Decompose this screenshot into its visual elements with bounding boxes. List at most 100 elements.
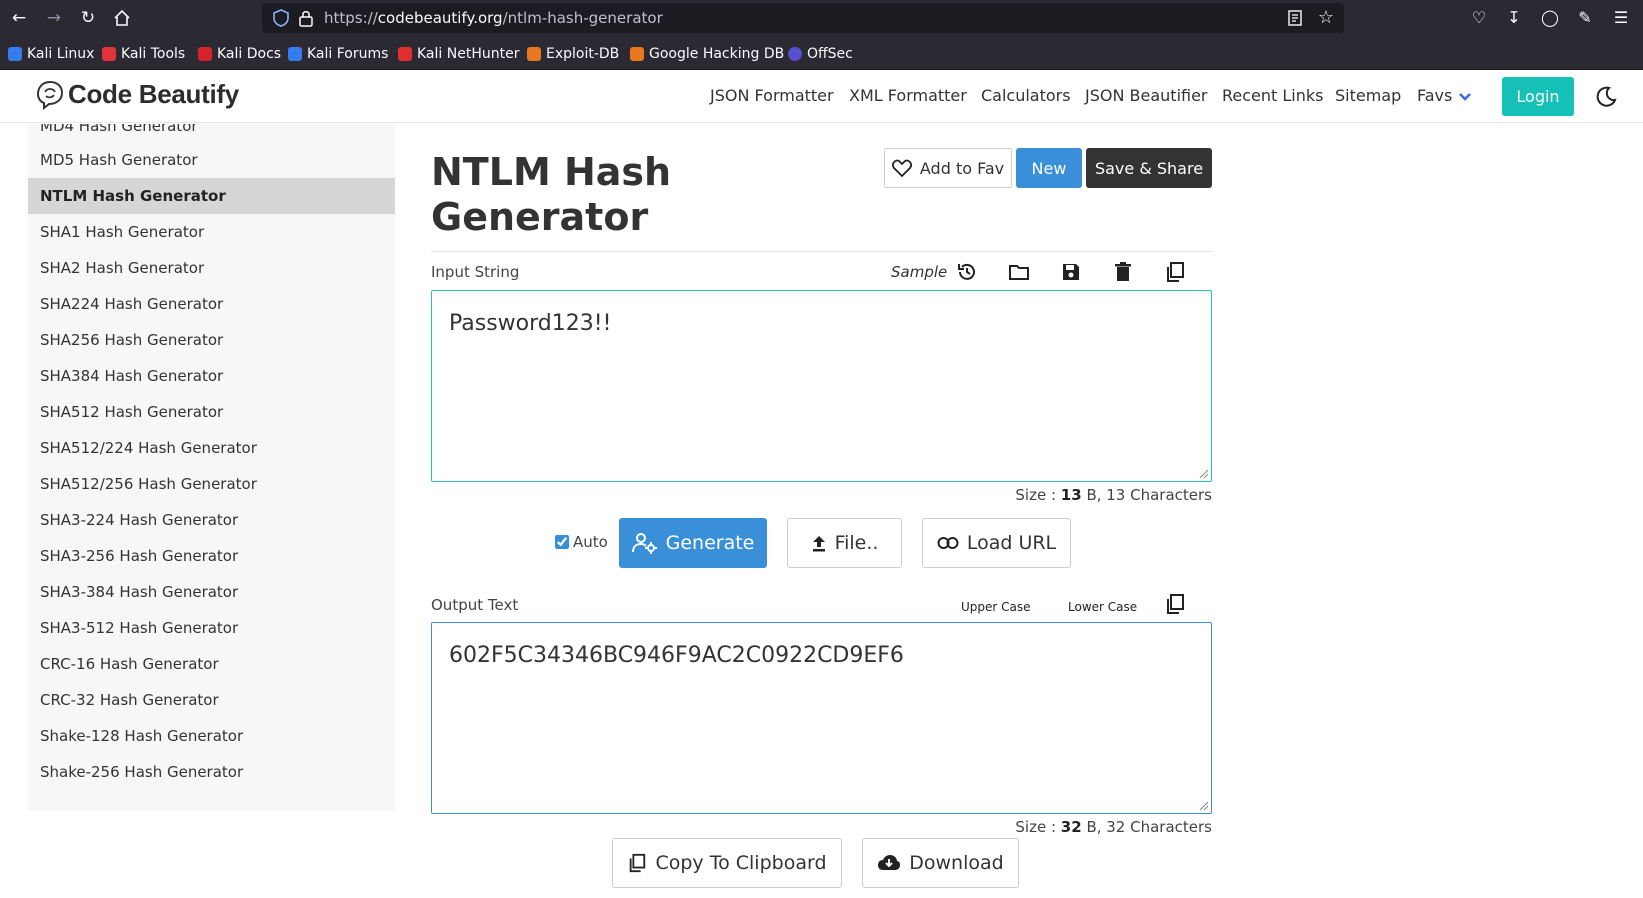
bookmark-kali-tools[interactable]: Kali Tools bbox=[102, 45, 185, 63]
back-icon[interactable]: ← bbox=[7, 6, 31, 30]
url-host: codebeautify.org bbox=[377, 9, 503, 27]
resize-handle-icon[interactable] bbox=[1199, 801, 1209, 811]
reload-icon[interactable]: ↻ bbox=[76, 6, 100, 30]
add-to-fav-button[interactable]: Add to Fav bbox=[884, 148, 1012, 188]
load-url-button[interactable]: Load URL bbox=[922, 518, 1071, 568]
logo-mark-icon bbox=[36, 80, 64, 110]
sidebar-item-sha1[interactable]: SHA1 Hash Generator bbox=[28, 214, 395, 250]
home-icon[interactable] bbox=[110, 6, 134, 30]
login-button[interactable]: Login bbox=[1502, 77, 1574, 116]
bookmark-exploit-db[interactable]: Exploit-DB bbox=[527, 45, 619, 63]
sidebar-item-md4[interactable]: MD4 Hash Generator bbox=[28, 124, 395, 144]
sidebar-item-sha384[interactable]: SHA384 Hash Generator bbox=[28, 358, 395, 394]
size-suffix: B, 13 Characters bbox=[1081, 486, 1212, 504]
trash-icon[interactable] bbox=[1112, 261, 1134, 283]
generate-button[interactable]: Generate bbox=[619, 518, 767, 568]
upload-icon bbox=[812, 536, 825, 552]
site-logo[interactable]: Code Beautify bbox=[36, 79, 239, 110]
sidebar-item-sha3-224[interactable]: SHA3-224 Hash Generator bbox=[28, 502, 395, 538]
url-bar[interactable]: https://codebeautify.org/ntlm-hash-gener… bbox=[262, 3, 1344, 33]
output-text-textarea[interactable]: 602F5C34346BC946F9AC2C0922CD9EF6 bbox=[431, 622, 1212, 814]
bookmark-offsec[interactable]: OffSec bbox=[788, 45, 853, 63]
sidebar-item-sha3-512[interactable]: SHA3-512 Hash Generator bbox=[28, 610, 395, 646]
bookmark-kali-forums[interactable]: Kali Forums bbox=[288, 45, 388, 63]
pocket-icon[interactable]: ♡ bbox=[1468, 7, 1490, 29]
sidebar-item-md5[interactable]: MD5 Hash Generator bbox=[28, 142, 395, 178]
url-path: /ntlm-hash-generator bbox=[502, 9, 663, 27]
auto-checkbox-wrapper[interactable]: Auto bbox=[555, 533, 608, 551]
nav-calculators[interactable]: Calculators bbox=[981, 86, 1071, 105]
nav-sitemap[interactable]: Sitemap bbox=[1335, 86, 1401, 105]
copy-to-clipboard-button[interactable]: Copy To Clipboard bbox=[612, 838, 842, 888]
offsec-icon bbox=[788, 47, 802, 61]
input-string-textarea[interactable]: Password123!! bbox=[431, 290, 1212, 482]
load-url-label: Load URL bbox=[966, 532, 1057, 554]
sidebar-item-sha2[interactable]: SHA2 Hash Generator bbox=[28, 250, 395, 286]
dark-mode-toggle-icon[interactable] bbox=[1594, 85, 1618, 109]
lock-icon[interactable] bbox=[298, 9, 314, 27]
sidebar-item-sha512[interactable]: SHA512 Hash Generator bbox=[28, 394, 395, 430]
file-upload-button[interactable]: File.. bbox=[787, 518, 902, 568]
input-string-value: Password123!! bbox=[449, 311, 612, 336]
link-icon bbox=[937, 537, 959, 549]
bookmark-label: Kali Linux bbox=[27, 46, 95, 62]
upper-case-button[interactable]: Upper Case bbox=[961, 600, 1031, 614]
cloud-download-icon bbox=[878, 855, 901, 870]
bookmark-google-hacking-db[interactable]: Google Hacking DB bbox=[630, 45, 784, 63]
nav-xml-formatter[interactable]: XML Formatter bbox=[849, 86, 967, 105]
save-share-button[interactable]: Save & Share bbox=[1086, 148, 1212, 188]
add-to-fav-label: Add to Fav bbox=[919, 158, 1005, 178]
nav-recent-links[interactable]: Recent Links bbox=[1222, 86, 1323, 105]
sidebar-item-ntlm[interactable]: NTLM Hash Generator bbox=[28, 178, 395, 214]
nav-favs[interactable]: Favs bbox=[1417, 86, 1452, 105]
url-text[interactable]: https://codebeautify.org/ntlm-hash-gener… bbox=[324, 9, 663, 27]
sidebar-item-sha512-256[interactable]: SHA512/256 Hash Generator bbox=[28, 466, 395, 502]
sidebar-item-shake128[interactable]: Shake-128 Hash Generator bbox=[28, 718, 395, 754]
nav-json-formatter[interactable]: JSON Formatter bbox=[710, 86, 834, 105]
new-button[interactable]: New bbox=[1016, 148, 1082, 188]
bookmark-kali-nethunter[interactable]: Kali NetHunter bbox=[398, 45, 519, 63]
resize-handle-icon[interactable] bbox=[1199, 469, 1209, 479]
download-button[interactable]: Download bbox=[862, 838, 1019, 888]
sidebar-item-sha512-224[interactable]: SHA512/224 Hash Generator bbox=[28, 430, 395, 466]
chevron-down-icon[interactable] bbox=[1458, 92, 1472, 102]
bookmark-kali-linux[interactable]: Kali Linux bbox=[8, 45, 94, 63]
sidebar-item-crc16[interactable]: CRC-16 Hash Generator bbox=[28, 646, 395, 682]
user-gear-icon bbox=[631, 533, 657, 554]
size-prefix: Size : bbox=[1015, 818, 1061, 836]
history-icon[interactable] bbox=[956, 261, 978, 283]
auto-checkbox[interactable] bbox=[555, 535, 569, 549]
tracking-protection-icon[interactable] bbox=[272, 9, 290, 27]
bookmark-star-icon[interactable]: ☆ bbox=[1318, 7, 1334, 28]
sidebar-item-sha224[interactable]: SHA224 Hash Generator bbox=[28, 286, 395, 322]
nav-json-beautifier[interactable]: JSON Beautifier bbox=[1085, 86, 1208, 105]
copy-output-icon[interactable] bbox=[1164, 593, 1186, 615]
copy-icon[interactable] bbox=[1164, 261, 1186, 283]
output-size-bytes: 32 bbox=[1060, 818, 1082, 836]
output-text-label: Output Text bbox=[431, 596, 519, 614]
clipboard-icon bbox=[630, 853, 646, 873]
save-icon[interactable] bbox=[1060, 261, 1082, 283]
site-header: Code Beautify JSON Formatter XML Formatt… bbox=[0, 70, 1643, 123]
title-divider bbox=[431, 251, 1212, 252]
lower-case-button[interactable]: Lower Case bbox=[1068, 600, 1137, 614]
sidebar-item-sha3-256[interactable]: SHA3-256 Hash Generator bbox=[28, 538, 395, 574]
bookmark-kali-docs[interactable]: Kali Docs bbox=[198, 45, 281, 63]
kali-forums-icon bbox=[288, 47, 302, 61]
account-icon[interactable]: ◯ bbox=[1539, 7, 1561, 29]
sample-link[interactable]: Sample bbox=[891, 263, 947, 281]
bookmark-label: Kali Forums bbox=[307, 46, 389, 62]
sidebar-item-sha3-384[interactable]: SHA3-384 Hash Generator bbox=[28, 574, 395, 610]
reader-view-icon[interactable] bbox=[1286, 9, 1304, 27]
forward-icon[interactable]: → bbox=[42, 6, 66, 30]
sidebar-item-crc32[interactable]: CRC-32 Hash Generator bbox=[28, 682, 395, 718]
kali-docs-icon bbox=[198, 47, 212, 61]
sidebar-item-sha256[interactable]: SHA256 Hash Generator bbox=[28, 322, 395, 358]
menu-icon[interactable]: ☰ bbox=[1610, 7, 1632, 29]
downloads-icon[interactable]: ↧ bbox=[1503, 7, 1525, 29]
download-label: Download bbox=[909, 852, 1004, 874]
sidebar-item-shake256[interactable]: Shake-256 Hash Generator bbox=[28, 754, 395, 790]
folder-icon[interactable] bbox=[1008, 261, 1030, 283]
extensions-icon[interactable]: ✎ bbox=[1574, 7, 1596, 29]
bookmark-label: Exploit-DB bbox=[546, 46, 620, 62]
